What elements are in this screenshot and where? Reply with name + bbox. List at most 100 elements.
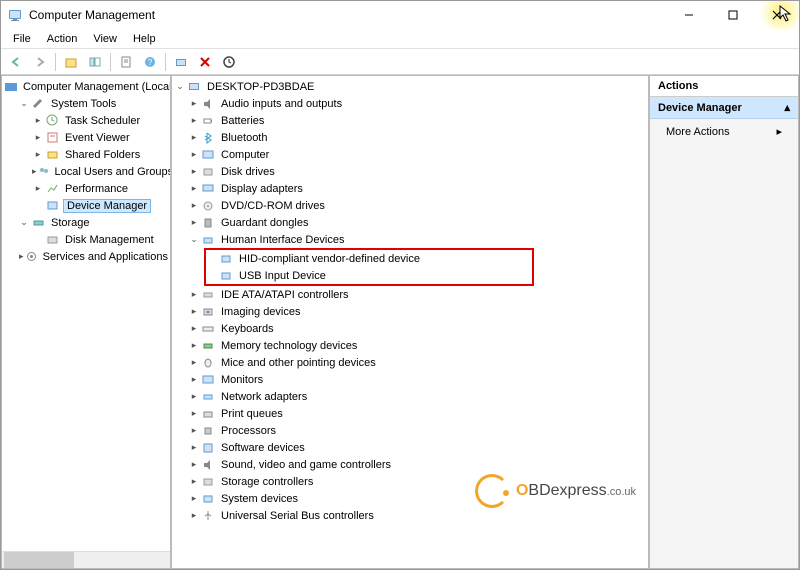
category-node[interactable]: Network adapters — [219, 391, 309, 403]
ide-icon — [200, 287, 216, 303]
category-node[interactable]: Disk drives — [219, 166, 277, 178]
menu-file[interactable]: File — [5, 31, 39, 47]
nav-tree: Computer Management (Local) ⌄ System Tool… — [2, 76, 170, 267]
more-actions-item[interactable]: More Actions ▸ — [650, 119, 798, 144]
hid-icon — [200, 232, 216, 248]
hostname-node[interactable]: DESKTOP-PD3BDAE — [205, 81, 316, 93]
category-node[interactable]: Sound, video and game controllers — [219, 459, 393, 471]
menu-help[interactable]: Help — [125, 31, 164, 47]
disclosure-icon[interactable]: ▸ — [188, 132, 200, 143]
close-button[interactable] — [755, 1, 799, 29]
back-button[interactable] — [5, 51, 27, 73]
disclosure-icon[interactable]: ▸ — [188, 493, 200, 504]
up-button[interactable] — [60, 51, 82, 73]
shared-folders-node[interactable]: Shared Folders — [63, 149, 142, 161]
content-area: Computer Management (Local) ⌄ System Tool… — [1, 75, 799, 569]
disclosure-icon[interactable]: ▸ — [188, 391, 200, 402]
category-node[interactable]: Guardant dongles — [219, 217, 310, 229]
disclosure-icon[interactable]: ▸ — [188, 200, 200, 211]
system-tools-node[interactable]: System Tools — [49, 98, 118, 110]
software-icon — [200, 440, 216, 456]
category-node[interactable]: Memory technology devices — [219, 340, 359, 352]
category-node[interactable]: Audio inputs and outputs — [219, 98, 344, 110]
category-node[interactable]: Monitors — [219, 374, 265, 386]
performance-node[interactable]: Performance — [63, 183, 130, 195]
horizontal-scrollbar[interactable] — [2, 551, 170, 568]
disclosure-icon[interactable]: ▸ — [188, 306, 200, 317]
category-node[interactable]: System devices — [219, 493, 300, 505]
disclosure-icon[interactable]: ▸ — [188, 357, 200, 368]
collapse-icon[interactable]: ▴ — [784, 101, 790, 114]
category-node[interactable]: Display adapters — [219, 183, 305, 195]
disclosure-icon[interactable]: ▸ — [188, 374, 200, 385]
disclosure-icon[interactable]: ▸ — [188, 442, 200, 453]
disclosure-icon[interactable]: ⌄ — [188, 234, 200, 245]
category-node[interactable]: Mice and other pointing devices — [219, 357, 378, 369]
local-users-node[interactable]: Local Users and Groups — [53, 166, 171, 178]
navigation-pane[interactable]: Computer Management (Local) ⌄ System Tool… — [1, 75, 171, 569]
menu-view[interactable]: View — [85, 31, 125, 47]
category-node[interactable]: Processors — [219, 425, 278, 437]
minimize-button[interactable] — [667, 1, 711, 29]
disclosure-icon[interactable]: ▸ — [188, 340, 200, 351]
category-node[interactable]: Batteries — [219, 115, 266, 127]
disclosure-icon[interactable]: ▸ — [188, 425, 200, 436]
disclosure-icon[interactable]: ▸ — [32, 183, 44, 194]
forward-button[interactable] — [29, 51, 51, 73]
help-button[interactable]: ? — [139, 51, 161, 73]
disclosure-icon[interactable]: ▸ — [188, 459, 200, 470]
device-manager-node[interactable]: Device Manager — [63, 199, 151, 213]
update-button[interactable] — [218, 51, 240, 73]
category-node[interactable]: DVD/CD-ROM drives — [219, 200, 327, 212]
category-node[interactable]: Bluetooth — [219, 132, 269, 144]
tree-root[interactable]: Computer Management (Local) — [21, 81, 171, 93]
disclosure-icon[interactable]: ▸ — [188, 289, 200, 300]
disclosure-icon[interactable]: ▸ — [188, 510, 200, 521]
disclosure-icon[interactable]: ⌄ — [18, 98, 30, 109]
disclosure-icon[interactable]: ▸ — [188, 149, 200, 160]
disclosure-icon[interactable]: ⌄ — [18, 217, 30, 228]
disclosure-icon[interactable]: ⌄ — [174, 81, 186, 92]
disclosure-icon[interactable]: ▸ — [188, 166, 200, 177]
disclosure-icon[interactable]: ▸ — [32, 132, 44, 143]
task-scheduler-node[interactable]: Task Scheduler — [63, 115, 142, 127]
event-viewer-node[interactable]: Event Viewer — [63, 132, 132, 144]
scan-button[interactable] — [170, 51, 192, 73]
show-hide-tree-button[interactable] — [84, 51, 106, 73]
maximize-button[interactable] — [711, 1, 755, 29]
disclosure-icon[interactable]: ▸ — [188, 115, 200, 126]
disclosure-icon[interactable]: ▸ — [18, 251, 25, 262]
category-node[interactable]: Imaging devices — [219, 306, 303, 318]
category-node[interactable]: Software devices — [219, 442, 307, 454]
tools-icon — [30, 96, 46, 112]
category-node[interactable]: IDE ATA/ATAPI controllers — [219, 289, 351, 301]
disclosure-icon[interactable]: ▸ — [188, 183, 200, 194]
actions-context-header[interactable]: Device Manager ▴ — [650, 97, 798, 119]
computer-icon — [200, 147, 216, 163]
disclosure-icon[interactable]: ▸ — [188, 98, 200, 109]
disclosure-icon[interactable]: ▸ — [188, 217, 200, 228]
svg-text:?: ? — [148, 58, 153, 67]
hid-device-node[interactable]: HID-compliant vendor-defined device — [237, 253, 422, 265]
category-node[interactable]: Keyboards — [219, 323, 276, 335]
usb-input-device-node[interactable]: USB Input Device — [237, 270, 328, 282]
detail-pane[interactable]: ⌄ DESKTOP-PD3BDAE ▸ Audio inputs and outpu… — [171, 75, 649, 569]
memory-icon — [200, 338, 216, 354]
hid-category-node[interactable]: Human Interface Devices — [219, 234, 347, 246]
category-node[interactable]: Universal Serial Bus controllers — [219, 510, 376, 522]
properties-button[interactable] — [115, 51, 137, 73]
disclosure-icon[interactable]: ▸ — [188, 476, 200, 487]
disclosure-icon[interactable]: ▸ — [32, 149, 44, 160]
storage-node[interactable]: Storage — [49, 217, 92, 229]
uninstall-button[interactable] — [194, 51, 216, 73]
disk-management-node[interactable]: Disk Management — [63, 234, 156, 246]
device-icon — [218, 268, 234, 284]
disclosure-icon[interactable]: ▸ — [32, 115, 44, 126]
disclosure-icon[interactable]: ▸ — [188, 408, 200, 419]
category-node[interactable]: Storage controllers — [219, 476, 315, 488]
category-node[interactable]: Print queues — [219, 408, 285, 420]
menu-action[interactable]: Action — [39, 31, 86, 47]
category-node[interactable]: Computer — [219, 149, 271, 161]
disclosure-icon[interactable]: ▸ — [188, 323, 200, 334]
services-node[interactable]: Services and Applications — [41, 251, 170, 263]
